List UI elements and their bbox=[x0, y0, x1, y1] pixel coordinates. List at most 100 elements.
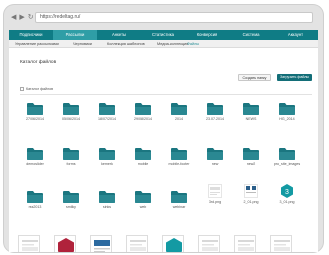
divider bbox=[20, 94, 312, 95]
folder-label: 27/06/2014 bbox=[26, 117, 44, 121]
folder-item[interactable]: webinar bbox=[165, 190, 193, 218]
tab-0[interactable]: Подписчики bbox=[9, 30, 53, 40]
file-item[interactable]: 2_01.png bbox=[237, 184, 265, 212]
tab-1[interactable]: Рассылки bbox=[53, 30, 97, 40]
folder-icon bbox=[243, 148, 259, 160]
file-thumbnail[interactable] bbox=[54, 235, 76, 252]
folder-item[interactable]: 18/07/2014 bbox=[93, 102, 121, 130]
tab-5[interactable]: Система bbox=[229, 30, 273, 40]
folder-icon bbox=[135, 191, 151, 203]
file-thumbnail[interactable] bbox=[126, 235, 148, 252]
file-item[interactable]: 3rd.png bbox=[201, 184, 229, 212]
tab-4[interactable]: Конверсия bbox=[185, 30, 229, 40]
breadcrumb[interactable]: Каталог файлов bbox=[20, 87, 53, 91]
image-thumbnail-icon bbox=[199, 236, 219, 252]
subnav-item-2[interactable]: Коллекция шаблонов bbox=[107, 40, 145, 48]
folder-label: sinks bbox=[102, 205, 112, 209]
select-checkbox[interactable] bbox=[20, 87, 24, 91]
folder-item[interactable]: web bbox=[129, 190, 157, 218]
folder-label: kemerk bbox=[101, 162, 113, 166]
folder-label: 18/07/2014 bbox=[98, 117, 116, 121]
folder-item[interactable]: 27/06/2014 bbox=[21, 102, 49, 130]
folder-item[interactable]: mobile bbox=[129, 147, 157, 175]
folder-icon bbox=[27, 191, 43, 203]
folder-label: webinar bbox=[172, 205, 186, 209]
folder-item[interactable]: 05/06/2014 bbox=[57, 102, 85, 130]
folder-item[interactable]: pro_site_images bbox=[273, 147, 301, 175]
folder-icon bbox=[27, 148, 43, 160]
folder-item[interactable]: HG_2014 bbox=[273, 102, 301, 130]
file-thumbnail[interactable] bbox=[270, 235, 292, 252]
file-item[interactable]: 3 3_01.png bbox=[273, 184, 301, 212]
top-navigation: Подписчики Рассылки Анкеты Статистика Конвер… bbox=[9, 30, 318, 40]
folder-item[interactable]: rss2013 bbox=[21, 190, 49, 218]
folder-item[interactable]: NEWS bbox=[237, 102, 265, 130]
folder-label: demoslider bbox=[26, 162, 44, 166]
badge-thumbnail-icon bbox=[55, 236, 75, 252]
folder-item[interactable]: smilky bbox=[57, 190, 85, 218]
breadcrumb-label: Каталог файлов bbox=[26, 87, 54, 91]
folder-icon bbox=[63, 103, 79, 115]
subnav-item-4[interactable]: Файлы bbox=[187, 40, 199, 48]
folder-item[interactable]: demoslider bbox=[21, 147, 49, 175]
file-thumbnail[interactable] bbox=[234, 235, 256, 252]
folder-label: 2014 bbox=[175, 117, 183, 121]
folder-icon bbox=[99, 191, 115, 203]
address-bar[interactable]: https://redeltag.ru/ bbox=[35, 12, 313, 23]
folder-label: web bbox=[139, 205, 147, 209]
folder-icon bbox=[171, 148, 187, 160]
image-thumbnail-icon bbox=[91, 236, 111, 252]
folder-label: NEWS bbox=[245, 117, 257, 121]
browser-nav: ◀ ▶ ↻ bbox=[11, 13, 34, 22]
folder-icon bbox=[135, 148, 151, 160]
image-thumbnail-icon bbox=[19, 236, 39, 252]
folder-icon bbox=[63, 191, 79, 203]
folder-icon bbox=[171, 103, 187, 115]
folder-icon bbox=[99, 148, 115, 160]
subnav-item-1[interactable]: Черновики bbox=[73, 40, 92, 48]
file-thumbnail[interactable] bbox=[162, 235, 184, 252]
folder-label: mobile-footer bbox=[168, 162, 190, 166]
folder-item[interactable]: kemerk bbox=[93, 147, 121, 175]
folder-icon bbox=[279, 103, 295, 115]
tab-6[interactable]: Аккаунт bbox=[273, 30, 318, 40]
folder-icon bbox=[207, 148, 223, 160]
file-label: 2_01.png bbox=[243, 200, 259, 204]
browser-toolbar: ◀ ▶ ↻ https://redeltag.ru/ bbox=[4, 5, 323, 30]
folder-item[interactable]: 29/08/2014 bbox=[129, 102, 157, 130]
tab-3[interactable]: Статистика bbox=[141, 30, 185, 40]
subnav-item-3[interactable]: Медиа-коллекция bbox=[157, 40, 188, 48]
create-folder-button[interactable]: Создать папку bbox=[238, 74, 271, 81]
upload-files-button[interactable]: Загрузить файлы bbox=[277, 74, 312, 81]
folder-item[interactable]: new bbox=[201, 147, 229, 175]
folder-item[interactable]: forms bbox=[57, 147, 85, 175]
folder-icon bbox=[99, 103, 115, 115]
subnav-item-0[interactable]: Управление рассылками bbox=[15, 40, 59, 48]
folder-item[interactable]: mobile-footer bbox=[165, 147, 193, 175]
image-thumbnail-icon bbox=[271, 236, 291, 252]
folder-icon bbox=[63, 148, 79, 160]
badge-thumbnail-icon bbox=[163, 236, 183, 252]
image-thumbnail-icon bbox=[235, 236, 255, 252]
page-title: Каталог файлов bbox=[20, 60, 57, 65]
folder-label: 23.07.2014 bbox=[206, 117, 224, 121]
tab-2[interactable]: Анкеты bbox=[97, 30, 141, 40]
folder-item[interactable]: 2014 bbox=[165, 102, 193, 130]
folder-icon bbox=[171, 191, 187, 203]
forward-icon[interactable]: ▶ bbox=[19, 13, 24, 22]
file-thumbnail[interactable] bbox=[90, 235, 112, 252]
folder-icon bbox=[279, 148, 295, 160]
folder-icon bbox=[135, 103, 151, 115]
folder-label: HG_2014 bbox=[279, 117, 295, 121]
folder-item[interactable]: sinks bbox=[93, 190, 121, 218]
folder-item[interactable]: 23.07.2014 bbox=[201, 102, 229, 130]
back-icon[interactable]: ◀ bbox=[11, 13, 16, 22]
file-thumbnail[interactable] bbox=[18, 235, 40, 252]
folder-label: new2 bbox=[246, 162, 256, 166]
device-frame: ◀ ▶ ↻ https://redeltag.ru/ Подписчики Рас… bbox=[4, 5, 323, 252]
reload-icon[interactable]: ↻ bbox=[28, 13, 34, 22]
image-thumbnail-icon bbox=[208, 184, 222, 198]
folder-label: smilky bbox=[66, 205, 76, 209]
file-thumbnail[interactable] bbox=[198, 235, 220, 252]
folder-item[interactable]: new2 bbox=[237, 147, 265, 175]
